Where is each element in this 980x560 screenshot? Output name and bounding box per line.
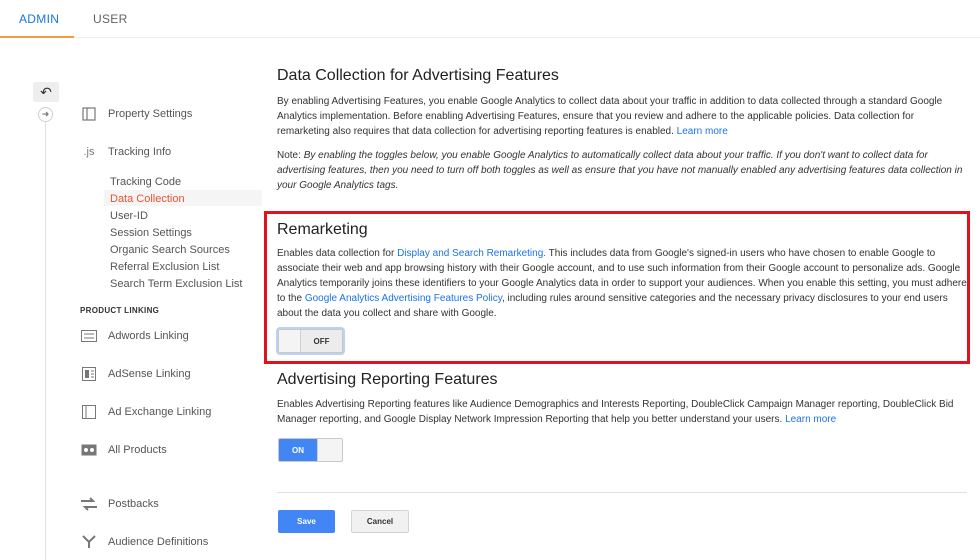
toggle-state-label: OFF xyxy=(301,330,342,352)
tab-admin[interactable]: ADMIN xyxy=(19,12,59,26)
save-button[interactable]: Save xyxy=(278,510,335,533)
page-title: Data Collection for Advertising Features xyxy=(277,67,559,84)
sidebar-item-audience-definitions[interactable]: Audience Definitions xyxy=(80,534,208,550)
intro-learn-more-link[interactable]: Learn more xyxy=(677,126,728,137)
reporting-title: Advertising Reporting Features xyxy=(277,371,498,388)
toggle-state-label: ON xyxy=(279,439,317,461)
reporting-learn-more-link[interactable]: Learn more xyxy=(785,414,836,425)
form-divider xyxy=(277,492,967,493)
remarketing-text: Enables data collection for Display and … xyxy=(277,248,967,319)
sidebar-subitem-session-settings[interactable]: Session Settings xyxy=(110,227,192,239)
sidebar-item-property-settings[interactable]: Property Settings xyxy=(80,106,192,122)
all-products-icon xyxy=(80,442,98,458)
sidebar-rail xyxy=(45,108,46,560)
intro-text: By enabling Advertising Features, you en… xyxy=(277,96,943,137)
sidebar-subitem-search-term-exclusion-list[interactable]: Search Term Exclusion List xyxy=(110,278,242,290)
topbar-divider xyxy=(74,37,980,38)
top-nav: ADMIN USER xyxy=(0,0,980,38)
sidebar-subitem-referral-exclusion-list[interactable]: Referral Exclusion List xyxy=(110,261,219,273)
sidebar-item-label: Postbacks xyxy=(108,498,159,510)
remarketing-title: Remarketing xyxy=(277,221,368,238)
sidebar-subitem-organic-search-sources[interactable]: Organic Search Sources xyxy=(110,244,230,256)
display-search-remarketing-link[interactable]: Display and Search Remarketing. xyxy=(397,248,546,259)
adwords-icon xyxy=(80,328,98,344)
sidebar-item-all-products[interactable]: All Products xyxy=(80,442,167,458)
back-arrow-icon[interactable]: ↶ xyxy=(33,82,59,102)
postbacks-icon xyxy=(80,496,98,512)
forward-arrow-icon[interactable]: ➜ xyxy=(38,107,53,122)
sidebar-item-label: Audience Definitions xyxy=(108,536,209,548)
sidebar-item-label: Property Settings xyxy=(108,108,193,120)
toggle-knob xyxy=(317,439,342,461)
tab-user[interactable]: USER xyxy=(93,12,128,26)
sidebar-item-label: Ad Exchange Linking xyxy=(108,406,212,418)
ad-exchange-icon xyxy=(80,404,98,420)
advertising-features-policy-link[interactable]: Google Analytics Advertising Features Po… xyxy=(305,293,502,304)
sidebar-subitem-data-collection[interactable]: Data Collection xyxy=(110,193,185,205)
property-settings-icon xyxy=(80,106,98,122)
product-linking-heading: PRODUCT LINKING xyxy=(80,306,160,315)
sidebar-item-adwords-linking[interactable]: Adwords Linking xyxy=(80,328,189,344)
sidebar-item-label: Tracking Info xyxy=(108,146,172,158)
reporting-toggle[interactable]: ON xyxy=(278,438,343,462)
sidebar-item-label: Adwords Linking xyxy=(108,330,189,342)
js-icon: .js xyxy=(83,146,95,158)
toggle-knob xyxy=(279,330,301,352)
sidebar-item-label: All Products xyxy=(108,444,167,456)
sidebar-item-tracking-info[interactable]: .js Tracking Info xyxy=(80,144,172,160)
remarketing-toggle[interactable]: OFF xyxy=(278,329,343,353)
sidebar-subitem-tracking-code[interactable]: Tracking Code xyxy=(110,176,181,188)
sidebar-item-adsense-linking[interactable]: AdSense Linking xyxy=(80,366,191,382)
note-text: Note: By enabling the toggles below, you… xyxy=(277,150,963,191)
sidebar-item-label: AdSense Linking xyxy=(108,368,191,380)
sidebar-item-postbacks[interactable]: Postbacks xyxy=(80,496,159,512)
sidebar-item-ad-exchange-linking[interactable]: Ad Exchange Linking xyxy=(80,404,211,420)
reporting-text: Enables Advertising Reporting features l… xyxy=(277,399,954,425)
audience-definitions-icon xyxy=(80,534,98,550)
active-tab-indicator xyxy=(0,36,74,38)
cancel-button[interactable]: Cancel xyxy=(351,510,409,533)
adsense-icon xyxy=(80,366,98,382)
sidebar-subitem-user-id[interactable]: User-ID xyxy=(110,210,148,222)
